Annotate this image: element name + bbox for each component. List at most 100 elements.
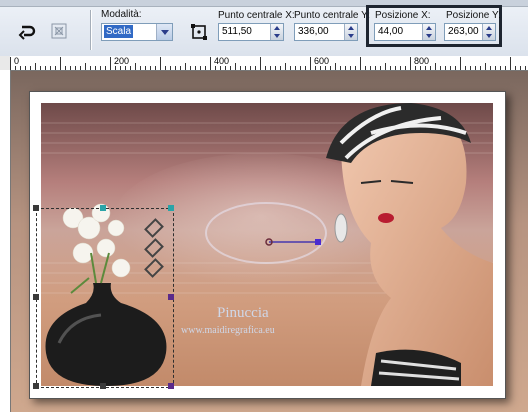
position-x-value: 44,00 [378, 26, 404, 37]
ruler-tick [100, 66, 101, 70]
position-y-field[interactable]: 263,00 [444, 23, 496, 41]
ruler-tick [10, 57, 11, 70]
ruler-tick [470, 66, 471, 70]
ruler-tick [310, 57, 311, 70]
ruler-tick [370, 66, 371, 70]
ruler-tick [40, 66, 41, 70]
ruler-tick [350, 66, 351, 70]
ruler-tick [205, 66, 206, 70]
ruler-tick [355, 66, 356, 70]
ruler-tick [35, 63, 36, 70]
ruler-tick [525, 66, 526, 70]
ruler-tick [255, 66, 256, 70]
ruler-tick [230, 66, 231, 70]
ruler-tick [275, 66, 276, 70]
mode-label: Modalità: [101, 9, 142, 20]
handle-top-left[interactable] [33, 205, 39, 211]
ruler-tick [450, 66, 451, 70]
ruler-label-800: 800 [414, 56, 430, 66]
center-y-spinner[interactable] [344, 24, 357, 40]
ruler-tick [490, 66, 491, 70]
ruler-tick [50, 66, 51, 70]
ruler-tick [445, 66, 446, 70]
transform-bounding-box[interactable] [36, 208, 174, 388]
ruler-tick [30, 66, 31, 70]
ruler-tick [280, 66, 281, 70]
handle-top-right[interactable] [168, 205, 174, 211]
ruler-tick [70, 66, 71, 70]
ruler-tick [135, 63, 136, 70]
ruler-tick [265, 66, 266, 70]
handle-bottom[interactable] [100, 383, 106, 389]
position-y-label: Posizione Y: [446, 10, 501, 21]
ruler-tick [250, 66, 251, 70]
center-x-value: 511,50 [222, 26, 252, 37]
position-x-spinner[interactable] [422, 24, 435, 40]
ruler-tick [505, 66, 506, 70]
ruler-tick [330, 66, 331, 70]
ruler-tick [105, 66, 106, 70]
ruler-tick [520, 66, 521, 70]
ruler-tick [60, 57, 61, 70]
ruler-tick [510, 57, 511, 70]
mode-select-value: Scala [104, 25, 134, 38]
ruler-tick [500, 66, 501, 70]
center-x-field[interactable]: 511,50 [218, 23, 284, 41]
ruler-label-600: 600 [314, 56, 330, 66]
ruler-tick [140, 66, 141, 70]
position-x-label: Posizione X: [375, 10, 431, 21]
center-y-value: 336,00 [298, 26, 329, 37]
handle-bottom-right[interactable] [168, 383, 174, 389]
ruler-tick [115, 66, 116, 70]
center-x-spinner[interactable] [270, 24, 283, 40]
vertical-ruler [0, 70, 11, 412]
ruler-tick [95, 66, 96, 70]
chevron-down-icon[interactable] [156, 24, 172, 40]
ruler-tick [295, 66, 296, 70]
undo-icon[interactable] [16, 20, 38, 42]
handle-left[interactable] [33, 294, 39, 300]
ruler-tick [185, 63, 186, 70]
ruler-tick [175, 66, 176, 70]
ruler-tick [240, 66, 241, 70]
reset-transform-icon[interactable] [48, 20, 70, 42]
ruler-tick [405, 66, 406, 70]
center-x-label: Punto centrale X: [218, 10, 295, 21]
ruler-tick [200, 66, 201, 70]
ruler-label-400: 400 [214, 56, 230, 66]
ruler-tick [165, 66, 166, 70]
ruler-tick [180, 66, 181, 70]
watermark-name: Pinuccia [217, 305, 269, 321]
handle-top[interactable] [100, 205, 106, 211]
ruler-tick [345, 66, 346, 70]
ruler-tick [315, 66, 316, 70]
ruler-tick [465, 66, 466, 70]
ruler-tick [110, 57, 111, 70]
ruler-tick [435, 63, 436, 70]
toolbar-separator [90, 10, 91, 50]
position-x-field[interactable]: 44,00 [374, 23, 436, 41]
ruler-tick [380, 66, 381, 70]
ruler-tick [45, 66, 46, 70]
center-y-field[interactable]: 336,00 [294, 23, 358, 41]
center-point-icon[interactable] [188, 21, 210, 43]
ruler-tick [440, 66, 441, 70]
ruler-tick [65, 66, 66, 70]
handle-bottom-left[interactable] [33, 383, 39, 389]
ruler-tick [385, 63, 386, 70]
ruler-tick [495, 66, 496, 70]
ruler-tick [235, 63, 236, 70]
pick-tool-toolbar: Modalità: Scala Punto centrale X: 511,50… [0, 0, 528, 57]
ruler-tick [320, 66, 321, 70]
ruler-tick [305, 66, 306, 70]
position-y-spinner[interactable] [482, 24, 495, 40]
ruler-tick [20, 66, 21, 70]
ruler-tick [210, 57, 211, 70]
ruler-label-0: 0 [14, 56, 20, 66]
ruler-tick [365, 66, 366, 70]
mode-select[interactable]: Scala [101, 23, 173, 41]
ruler-tick [195, 66, 196, 70]
handle-right[interactable] [168, 294, 174, 300]
ruler-tick [130, 66, 131, 70]
ruler-tick [90, 66, 91, 70]
